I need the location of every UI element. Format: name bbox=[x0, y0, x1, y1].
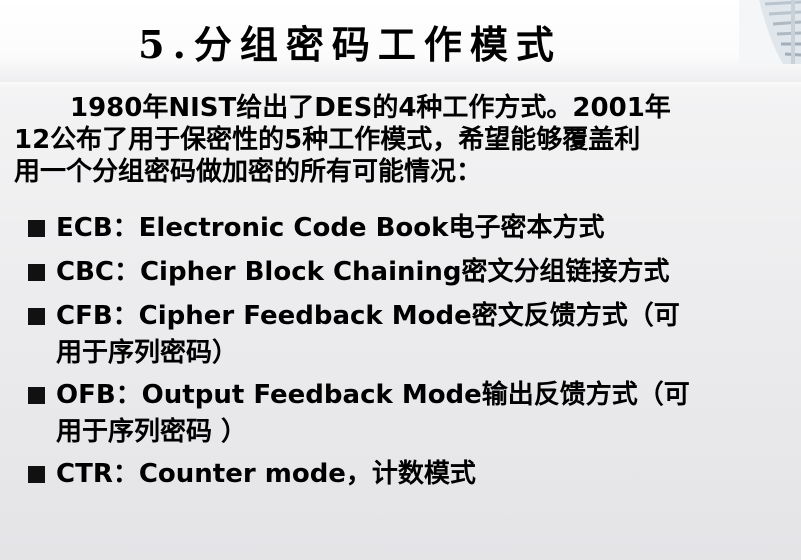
list-item-ecb: ECB：Electronic Code Book电子密本方式 bbox=[28, 210, 788, 247]
bullet-square-icon bbox=[28, 466, 45, 483]
list-item-text: CBC：Cipher Block Chaining密文分组链接方式 bbox=[56, 257, 670, 287]
slide-title: 5.分组密码工作模式 bbox=[138, 22, 562, 67]
list-item-text: CTR：Counter mode，计数模式 bbox=[56, 459, 476, 489]
list-item-ctr: CTR：Counter mode，计数模式 bbox=[28, 456, 788, 493]
bullet-square-icon bbox=[28, 264, 45, 281]
list-item-text-continued: 用于序列密码 ） bbox=[56, 417, 248, 447]
list-item-text-continued: 用于序列密码） bbox=[56, 338, 239, 368]
intro-line: 1980年NIST给出了DES的4种工作方式。2001年 bbox=[70, 93, 671, 123]
bullet-square-icon bbox=[28, 387, 45, 404]
bullet-square-icon bbox=[28, 220, 45, 237]
list-item-text: ECB：Electronic Code Book电子密本方式 bbox=[56, 213, 605, 243]
intro-line: 12公布了用于保密性的5种工作模式，希望能够覆盖利 bbox=[14, 125, 641, 155]
mode-list: ECB：Electronic Code Book电子密本方式 CBC：Ciphe… bbox=[28, 210, 788, 493]
list-item-cfb: CFB：Cipher Feedback Mode密文反馈方式（可 用于序列密码） bbox=[28, 298, 788, 372]
list-item-ofb: OFB：Output Feedback Mode输出反馈方式（可 用于序列密码 … bbox=[28, 377, 788, 451]
staircase-decoration-icon bbox=[739, 0, 801, 64]
list-item-cbc: CBC：Cipher Block Chaining密文分组链接方式 bbox=[28, 254, 788, 291]
intro-line: 用一个分组密码做加密的所有可能情况： bbox=[14, 157, 483, 187]
intro-paragraph: 1980年NIST给出了DES的4种工作方式。2001年 12公布了用于保密性的… bbox=[14, 92, 774, 188]
bullet-square-icon bbox=[28, 308, 45, 325]
list-item-text: CFB：Cipher Feedback Mode密文反馈方式（可 bbox=[56, 301, 680, 331]
list-item-text: OFB：Output Feedback Mode输出反馈方式（可 bbox=[56, 380, 690, 410]
